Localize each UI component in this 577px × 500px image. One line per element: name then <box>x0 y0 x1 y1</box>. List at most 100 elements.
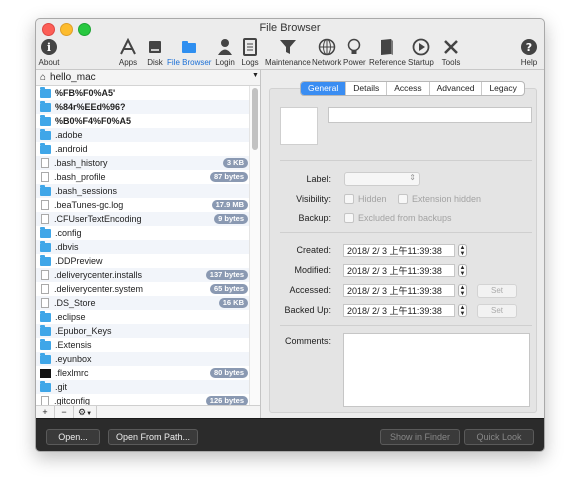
list-item[interactable]: .CFUserTextEncoding 9 bytes <box>36 212 250 226</box>
toolbar-logs[interactable]: Logs <box>239 37 261 67</box>
list-item[interactable]: .deliverycenter.system 65 bytes <box>36 282 250 296</box>
list-item[interactable]: .bash_history 3 KB <box>36 156 250 170</box>
list-item[interactable]: .dbvis <box>36 240 250 254</box>
list-item[interactable]: %B0%F4%F0%A5 <box>36 114 250 128</box>
scrollbar-thumb[interactable] <box>252 88 258 150</box>
tab-advanced[interactable]: Advanced <box>430 82 483 95</box>
file-name: .DS_Store <box>54 298 96 308</box>
toolbar-label: Startup <box>408 58 434 67</box>
list-item[interactable]: .eyunbox <box>36 352 250 366</box>
toolbar-power[interactable]: Power <box>343 37 366 67</box>
divider <box>280 160 532 161</box>
comments-field[interactable] <box>343 333 530 407</box>
chevron-down-icon: ▼ <box>86 411 93 417</box>
main-content: ⌂ hello_mac ▼ %FB%F0%A5' %84r%EEd%96? %B0%… <box>36 69 544 419</box>
list-item[interactable]: .Extensis <box>36 338 250 352</box>
file-list-scrollbar[interactable] <box>249 86 260 405</box>
file-size-badge: 9 bytes <box>214 214 248 224</box>
hidden-checkbox[interactable]: Hidden <box>344 194 387 204</box>
list-item[interactable]: .DDPreview <box>36 254 250 268</box>
file-name: .git <box>55 382 68 392</box>
extension-hidden-checkbox[interactable]: Extension hidden <box>398 194 481 204</box>
set-backed-up-button[interactable]: Set <box>477 304 517 318</box>
created-stepper[interactable]: ▲ ▼ <box>458 244 467 257</box>
toolbar-reference[interactable]: Reference <box>369 37 406 67</box>
toolbar-network[interactable]: Network <box>312 37 341 67</box>
document-icon <box>41 214 49 224</box>
open-from-path-button[interactable]: Open From Path... <box>108 429 198 445</box>
label-label: Label: <box>306 174 331 184</box>
list-item[interactable]: .Epubor_Keys <box>36 324 250 338</box>
file-name-field[interactable] <box>328 107 532 123</box>
apps-icon <box>117 37 139 57</box>
toolbar-file-browser[interactable]: File Browser <box>167 37 211 67</box>
list-item[interactable]: .flexlmrc 80 bytes <box>36 366 250 380</box>
list-item[interactable]: .eclipse <box>36 310 250 324</box>
list-item[interactable]: .bash_profile 87 bytes <box>36 170 250 184</box>
file-size-badge: 137 bytes <box>205 270 248 280</box>
file-name: .eyunbox <box>55 354 92 364</box>
toolbar-label: File Browser <box>167 58 212 67</box>
list-item[interactable]: .config <box>36 226 250 240</box>
file-name: .config <box>55 228 82 238</box>
list-item[interactable]: .bash_sessions <box>36 184 250 198</box>
list-item[interactable]: .gitconfig 126 bytes <box>36 394 250 405</box>
list-item[interactable]: .android <box>36 142 250 156</box>
toolbar-label: Tools <box>441 58 461 67</box>
tab-access[interactable]: Access <box>387 82 430 95</box>
svg-text:i: i <box>47 41 51 54</box>
file-name: .gitconfig <box>54 396 91 405</box>
modified-date-field[interactable]: 2018/ 2/ 3 上午11:39:38 <box>343 264 455 277</box>
show-in-finder-button[interactable]: Show in Finder <box>380 429 460 445</box>
toolbar-help[interactable]: ? Help <box>518 37 540 67</box>
tab-legacy[interactable]: Legacy <box>482 82 523 95</box>
set-accessed-button[interactable]: Set <box>477 284 517 298</box>
startup-icon <box>410 37 432 57</box>
folder-icon <box>40 338 51 350</box>
minimize-window-button[interactable] <box>60 23 73 36</box>
list-item[interactable]: %84r%EEd%96? <box>36 100 250 114</box>
accessed-stepper[interactable]: ▲ ▼ <box>458 284 467 297</box>
label-popup[interactable]: ⇕ <box>344 172 420 186</box>
toolbar-login[interactable]: Login <box>214 37 236 67</box>
toolbar-tools[interactable]: Tools <box>440 37 462 67</box>
modified-stepper[interactable]: ▲ ▼ <box>458 264 467 277</box>
list-item[interactable]: .deliverycenter.installs 137 bytes <box>36 268 250 282</box>
folder-icon <box>40 380 51 392</box>
list-item[interactable]: .adobe <box>36 128 250 142</box>
tab-details[interactable]: Details <box>346 82 388 95</box>
toolbar-apps[interactable]: Apps <box>117 37 139 67</box>
list-item[interactable]: .DS_Store 16 KB <box>36 296 250 310</box>
backed-up-date-field[interactable]: 2018/ 2/ 3 上午11:39:38 <box>343 304 455 317</box>
toolbar-disk[interactable]: Disk <box>144 37 166 67</box>
path-popup[interactable]: ⌂ hello_mac ▼ <box>36 70 260 86</box>
divider <box>280 325 532 326</box>
file-size-badge: 16 KB <box>218 298 248 308</box>
accessed-date-field[interactable]: 2018/ 2/ 3 上午11:39:38 <box>343 284 455 297</box>
list-item[interactable]: .git <box>36 380 250 394</box>
open-button[interactable]: Open... <box>46 429 100 445</box>
toolbar-startup[interactable]: Startup <box>408 37 434 67</box>
file-name: .bash_history <box>54 158 108 168</box>
quick-look-button[interactable]: Quick Look <box>464 429 534 445</box>
file-name: .beaTunes-gc.log <box>54 200 124 210</box>
backup-label: Backup: <box>298 213 331 223</box>
info-tabs: General Details Access Advanced Legacy <box>300 81 525 96</box>
toolbar-about[interactable]: i About <box>38 37 60 67</box>
backed-up-stepper[interactable]: ▲ ▼ <box>458 304 467 317</box>
exclude-backup-checkbox[interactable]: Excluded from backups <box>344 213 452 223</box>
file-name: .deliverycenter.system <box>54 284 144 294</box>
toolbar-label: Apps <box>118 58 138 67</box>
toolbar-label: Login <box>215 58 235 67</box>
zoom-window-button[interactable] <box>78 23 91 36</box>
toolbar-maintenance[interactable]: Maintenance <box>265 37 311 67</box>
power-icon <box>343 37 365 57</box>
toolbar-label: Power <box>343 58 366 67</box>
list-item[interactable]: .beaTunes-gc.log 17.9 MB <box>36 198 250 212</box>
created-date-field[interactable]: 2018/ 2/ 3 上午11:39:38 <box>343 244 455 257</box>
tab-general[interactable]: General <box>301 82 347 95</box>
list-item[interactable]: %FB%F0%A5' <box>36 86 250 100</box>
file-size-badge: 87 bytes <box>209 172 248 182</box>
close-window-button[interactable] <box>42 23 55 36</box>
file-browser-icon <box>178 37 200 57</box>
